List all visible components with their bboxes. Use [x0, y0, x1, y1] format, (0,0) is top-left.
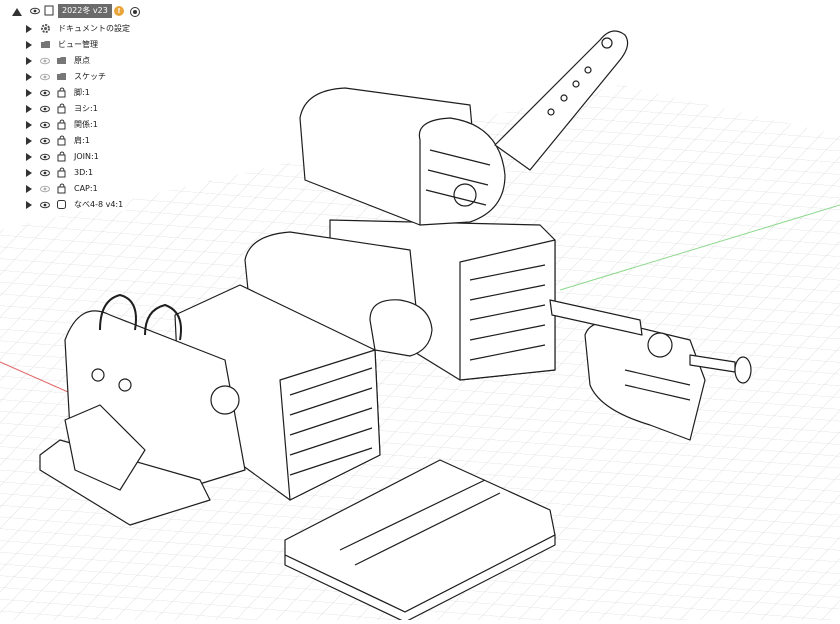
expand-triangle-icon[interactable]	[26, 185, 32, 193]
expand-triangle-icon[interactable]	[26, 201, 32, 209]
activate-radio[interactable]	[130, 7, 140, 17]
component-icon	[57, 119, 66, 130]
tree-item-component[interactable]: 3D:1	[0, 165, 200, 181]
component-icon	[57, 151, 66, 162]
tree-item-document-settings[interactable]: ドキュメントの設定	[0, 21, 200, 37]
tree-item-origin[interactable]: 原点	[0, 53, 200, 69]
tree-root[interactable]: 2022冬 v23 !	[0, 4, 200, 20]
tree-item-view-management[interactable]: ビュー管理	[0, 37, 200, 53]
collapse-triangle-icon[interactable]	[12, 8, 22, 16]
tree-item-sketch[interactable]: スケッチ	[0, 69, 200, 85]
expand-triangle-icon[interactable]	[26, 25, 32, 33]
gear-icon	[41, 24, 50, 33]
eye-icon[interactable]	[40, 137, 50, 145]
expand-triangle-icon[interactable]	[26, 153, 32, 161]
eye-hidden-icon[interactable]	[40, 73, 50, 81]
folder-icon	[57, 73, 66, 80]
folder-icon	[41, 41, 50, 48]
eye-icon[interactable]	[40, 153, 50, 161]
tree-item-label: 3D:1	[72, 167, 96, 179]
tree-item-label: ドキュメントの設定	[56, 23, 132, 35]
tree-item-label: ヨシ:1	[72, 103, 100, 115]
tree-item-component[interactable]: 関係:1	[0, 117, 200, 133]
component-icon	[57, 183, 66, 194]
tree-item-body[interactable]: なべ4-8 v4:1	[0, 197, 200, 213]
expand-triangle-icon[interactable]	[26, 121, 32, 129]
eye-icon[interactable]	[40, 105, 50, 113]
eye-hidden-icon[interactable]	[40, 185, 50, 193]
expand-triangle-icon[interactable]	[26, 73, 32, 81]
component-icon	[57, 135, 66, 146]
eye-icon[interactable]	[40, 121, 50, 129]
tree-item-label: JOIN:1	[72, 151, 101, 163]
component-icon	[57, 103, 66, 114]
tree-item-label: 原点	[72, 55, 92, 67]
expand-triangle-icon[interactable]	[26, 105, 32, 113]
tree-item-label: なべ4-8 v4:1	[72, 199, 126, 211]
tree-item-label: CAP:1	[72, 183, 100, 195]
tree-item-component[interactable]: CAP:1	[0, 181, 200, 197]
expand-triangle-icon[interactable]	[26, 169, 32, 177]
tree-item-label: ビュー管理	[56, 39, 100, 51]
root-label[interactable]: 2022冬 v23	[58, 4, 112, 18]
expand-triangle-icon[interactable]	[26, 89, 32, 97]
body-icon	[57, 200, 66, 209]
warning-badge: !	[114, 6, 124, 16]
expand-triangle-icon[interactable]	[26, 57, 32, 65]
eye-icon[interactable]	[40, 201, 50, 209]
tree-item-label: スケッチ	[72, 71, 108, 83]
tree-item-label: 肩:1	[72, 135, 92, 147]
expand-triangle-icon[interactable]	[26, 137, 32, 145]
tree-item-label: 関係:1	[72, 119, 100, 131]
tree-item-component[interactable]: 肩:1	[0, 133, 200, 149]
eye-icon[interactable]	[40, 169, 50, 177]
tree-item-component[interactable]: 脚:1	[0, 85, 200, 101]
tree-item-component[interactable]: ヨシ:1	[0, 101, 200, 117]
eye-icon[interactable]	[40, 89, 50, 97]
document-icon	[44, 5, 54, 16]
eye-hidden-icon[interactable]	[40, 57, 50, 65]
tree-item-label: 脚:1	[72, 87, 92, 99]
component-icon	[57, 87, 66, 98]
folder-icon	[57, 57, 66, 64]
expand-triangle-icon[interactable]	[26, 41, 32, 49]
component-icon	[57, 167, 66, 178]
eye-icon[interactable]	[30, 7, 40, 15]
tree-item-component[interactable]: JOIN:1	[0, 149, 200, 165]
